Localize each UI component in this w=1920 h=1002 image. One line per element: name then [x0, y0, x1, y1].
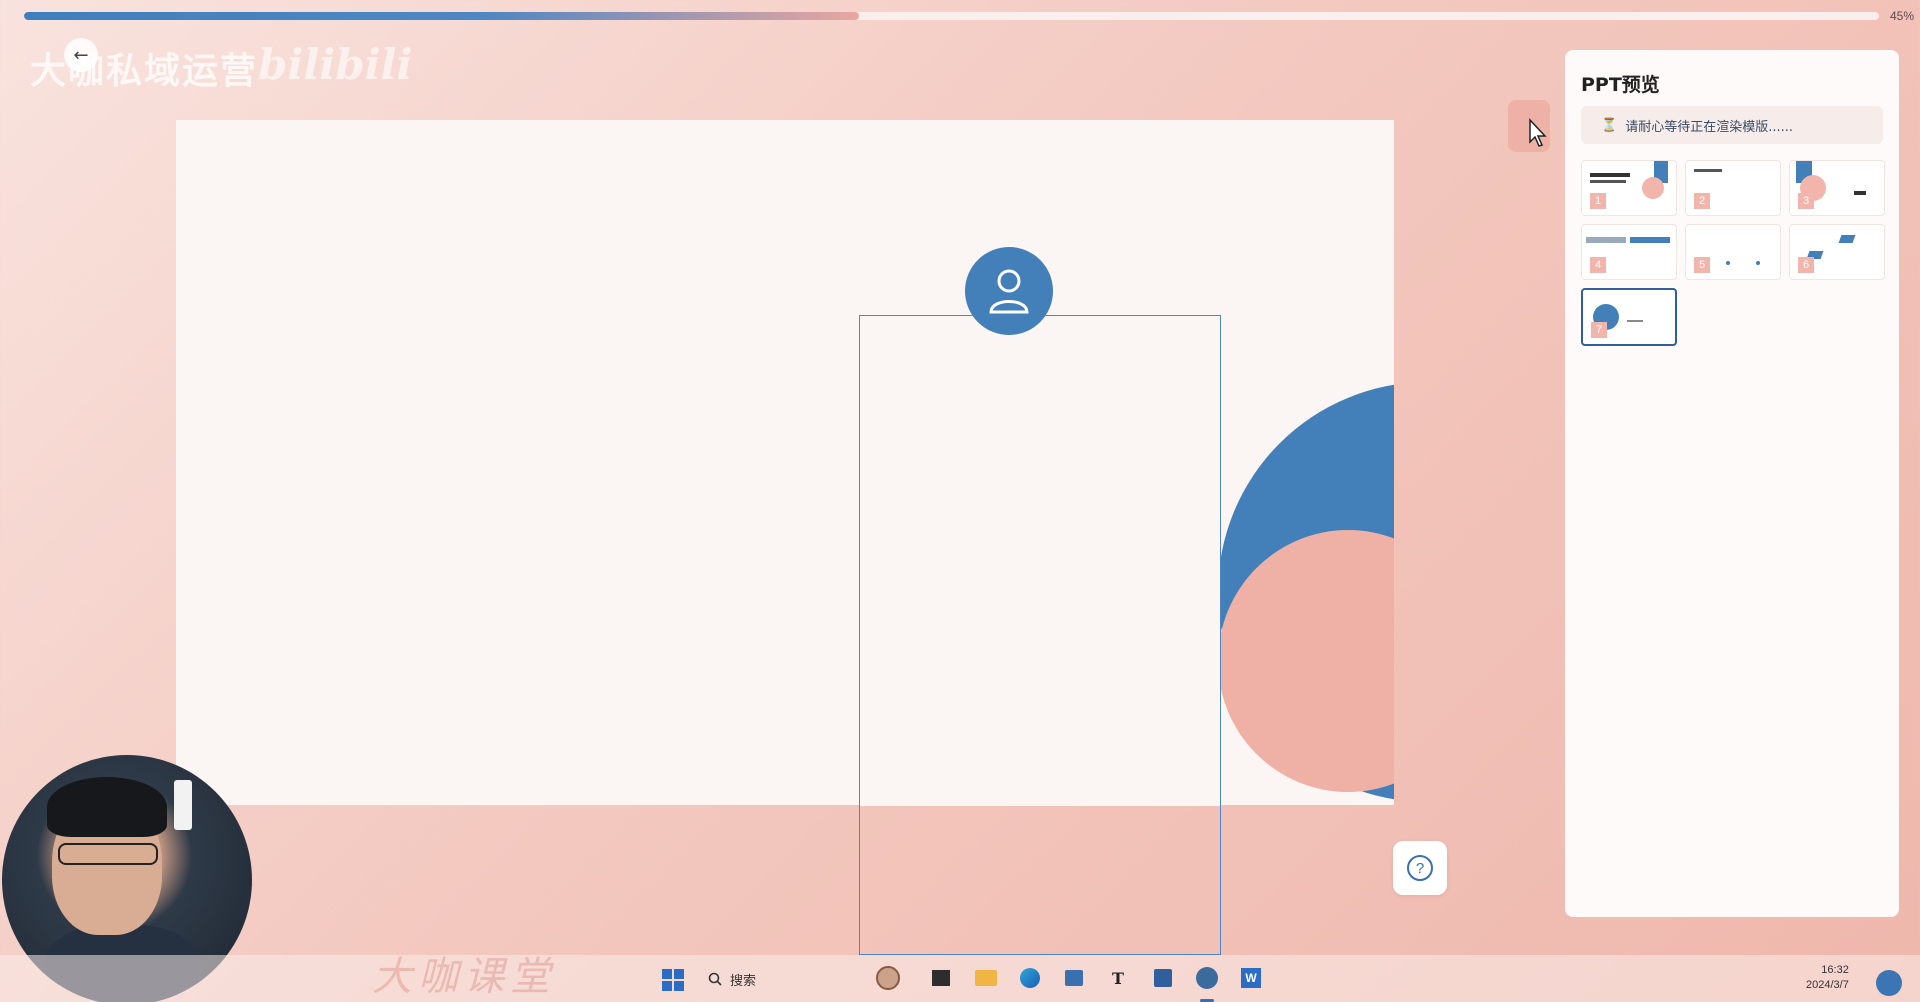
widget-icon[interactable]	[875, 965, 901, 991]
thumbnail-number: 7	[1591, 322, 1607, 338]
progress-bar	[24, 12, 1879, 20]
progress-percent: 45%	[1889, 9, 1914, 23]
avatar	[965, 247, 1053, 335]
slide-thumbnail-selected[interactable]: 7	[1581, 288, 1677, 346]
calendar-icon[interactable]	[1150, 965, 1176, 991]
terminal-icon[interactable]	[928, 965, 954, 991]
ppt-preview-panel: PPT预览 ⏳ 请耐心等待正在渲染模版...... 1 2 3 4 5 6 7	[1565, 50, 1899, 917]
thumbnail-number: 5	[1694, 257, 1710, 273]
clock-date: 2024/3/7	[1806, 979, 1849, 991]
svg-text:?: ?	[1416, 860, 1424, 877]
slide-thumbnail[interactable]: 3	[1789, 160, 1885, 216]
thumbnail-number: 1	[1590, 193, 1606, 209]
taskbar: 搜索 T W 16:32 2024/3/7	[0, 955, 1920, 1002]
help-button[interactable]: ?	[1393, 841, 1447, 895]
slide-thumbnail[interactable]: 5	[1685, 224, 1781, 280]
loading-text: 请耐心等待正在渲染模版......	[1625, 119, 1793, 135]
thumbnail-number: 2	[1694, 193, 1710, 209]
arrow-left-icon: ←	[73, 44, 89, 66]
profile-card-frame[interactable]	[859, 315, 1221, 955]
search-icon	[708, 972, 722, 986]
start-icon[interactable]	[662, 969, 684, 991]
bilibili-watermark: bilibili	[258, 40, 413, 89]
thumbnail-number: 4	[1590, 257, 1606, 273]
slide-thumbnail[interactable]: 4	[1581, 224, 1677, 280]
back-button[interactable]: ←	[64, 38, 98, 72]
loading-banner: ⏳ 请耐心等待正在渲染模版......	[1581, 106, 1883, 144]
user-icon	[989, 269, 1029, 314]
question-icon: ?	[1407, 855, 1433, 881]
slide-thumbnail[interactable]: 6	[1789, 224, 1885, 280]
panel-title: PPT预览	[1581, 74, 1660, 96]
taskbar-search[interactable]: 搜索	[700, 963, 870, 995]
mouse-cursor-icon	[1529, 118, 1547, 147]
word-icon[interactable]: W	[1238, 965, 1264, 991]
glasses	[58, 843, 158, 865]
progress-fill	[24, 12, 859, 20]
edge-icon[interactable]	[1017, 965, 1043, 991]
tray-avatar-icon[interactable]	[1876, 970, 1902, 996]
dev-icon[interactable]	[1194, 965, 1220, 991]
folder-icon[interactable]	[973, 965, 999, 991]
typora-icon[interactable]: T	[1105, 965, 1131, 991]
hourglass-icon: ⏳	[1601, 117, 1618, 133]
thumbnail-number: 3	[1798, 193, 1814, 209]
thumbnail-number: 6	[1798, 257, 1814, 273]
slide-thumbnail[interactable]: 1	[1581, 160, 1677, 216]
slide-thumbnail[interactable]: 2	[1685, 160, 1781, 216]
clock-time: 16:32	[1821, 964, 1849, 976]
store-icon[interactable]	[1061, 965, 1087, 991]
system-clock[interactable]: 16:32 2024/3/7	[1806, 963, 1849, 993]
search-placeholder: 搜索	[730, 973, 757, 989]
